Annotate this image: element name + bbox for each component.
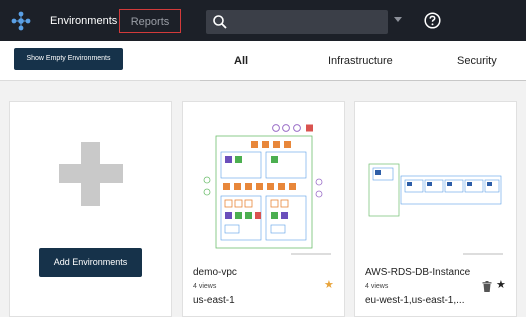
chevron-down-icon[interactable] [393,16,403,24]
trash-icon[interactable] [482,281,492,292]
add-environments-button[interactable]: Add Environments [39,248,142,277]
tab-security[interactable]: Security [457,55,497,67]
tab-infrastructure[interactable]: Infrastructure [328,55,393,67]
top-nav-bar: Environments Reports [0,0,526,41]
search-icon [213,15,227,29]
show-empty-environments-button[interactable]: Show Empty Environments [14,48,123,70]
environment-card[interactable]: demo-vpc 4 views us-east-1 ★ [182,101,345,317]
environment-diagram-thumbnail [368,163,503,255]
environment-region: us-east-1 [193,295,235,306]
tabs-divider [200,80,526,81]
star-icon[interactable]: ★ [496,280,506,291]
help-icon[interactable] [424,12,441,29]
environment-card[interactable]: AWS-RDS-DB-Instance 4 views eu-west-1,us… [354,101,517,317]
nav-reports[interactable]: Reports [119,9,181,33]
environment-region: eu-west-1,us-east-1,... [365,295,465,306]
filter-bar: Show Empty Environments All Infrastructu… [0,41,526,81]
environment-title[interactable]: demo-vpc [193,267,237,278]
environment-diagram-thumbnail [203,124,331,255]
environment-views: 4 views [365,283,389,290]
app-logo-icon[interactable] [10,10,32,32]
search-input[interactable] [206,10,388,34]
environment-title[interactable]: AWS-RDS-DB-Instance [365,267,470,278]
environment-views: 4 views [193,283,217,290]
star-icon[interactable]: ★ [324,280,334,291]
tab-all[interactable]: All [234,55,248,67]
nav-environments[interactable]: Environments [50,9,117,33]
add-environment-card[interactable]: Add Environments [9,101,172,317]
